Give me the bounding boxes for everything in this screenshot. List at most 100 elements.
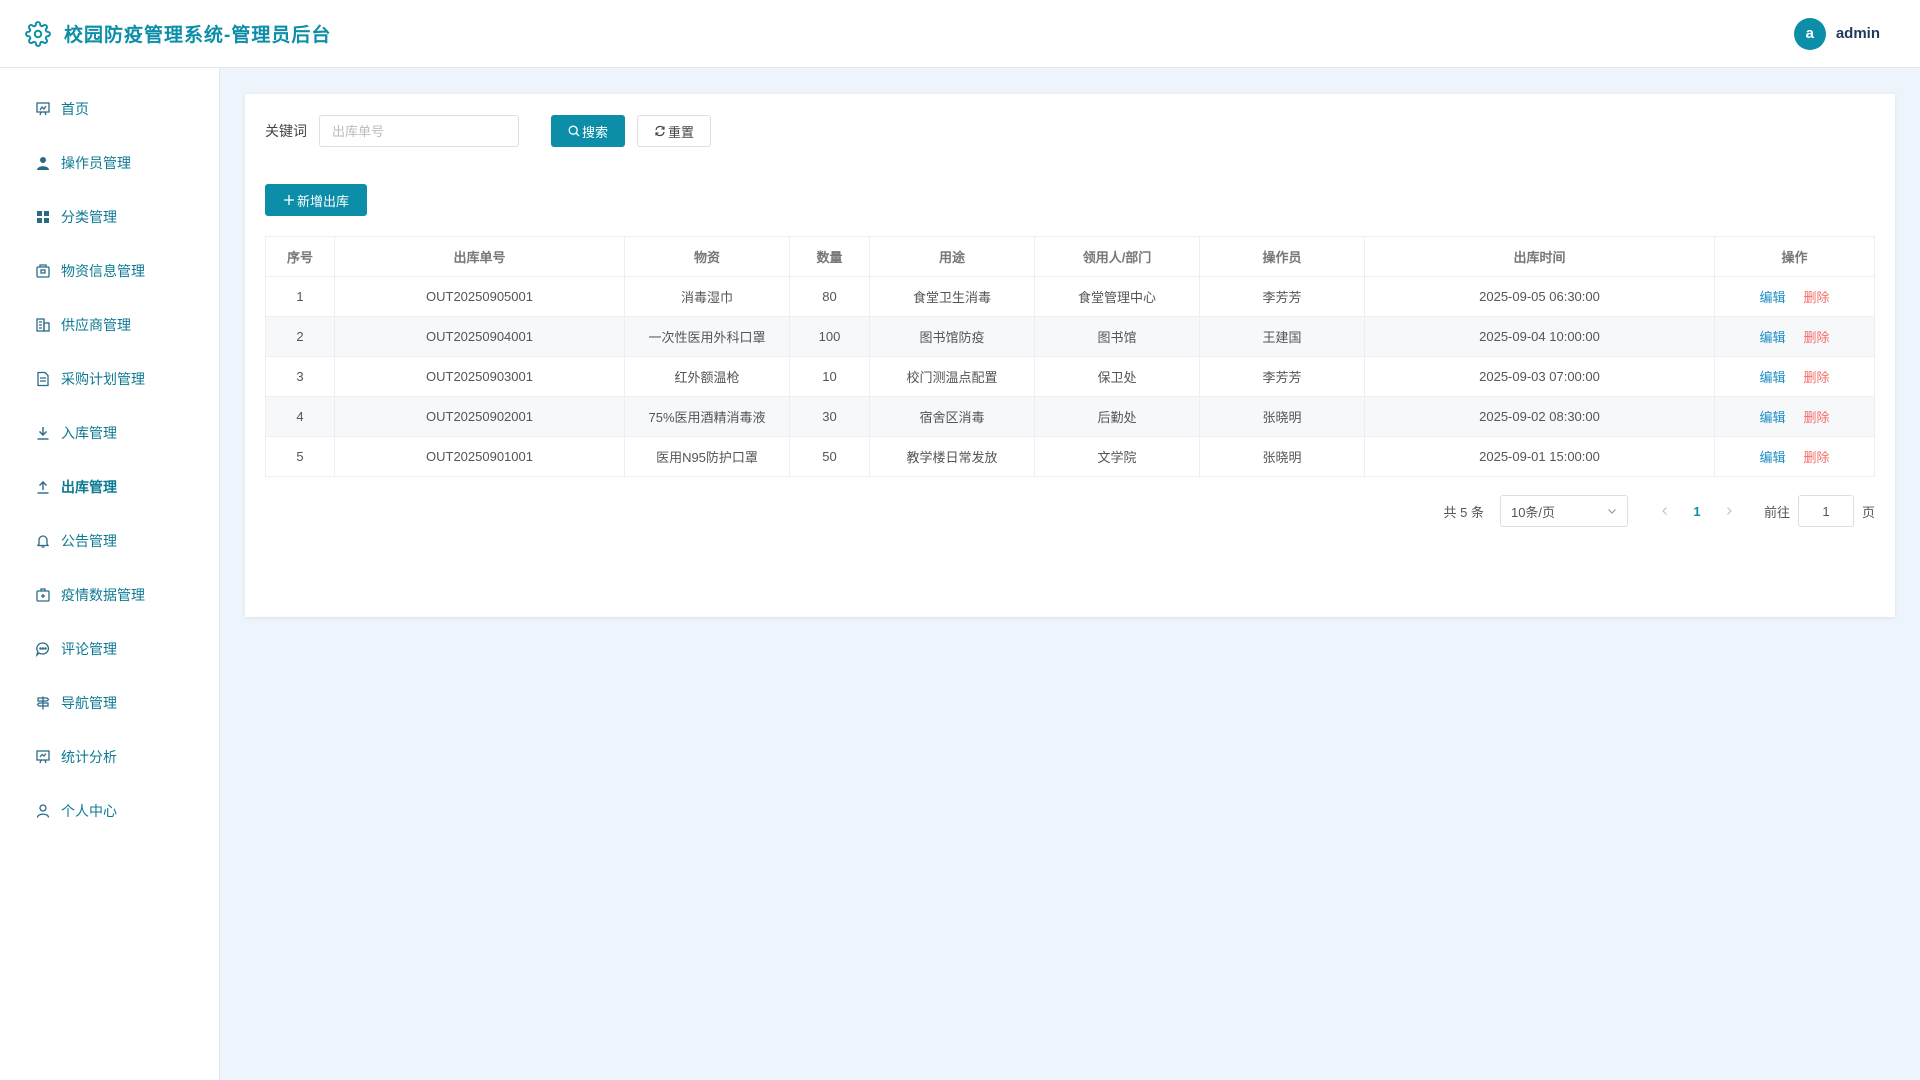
goto-page-input[interactable] xyxy=(1797,495,1854,527)
top-header: 校园防疫管理系统-管理员后台 a admin xyxy=(0,0,1920,68)
table-cell: 保卫处 xyxy=(1034,356,1200,397)
table-cell: 2025-09-04 10:00:00 xyxy=(1364,316,1715,357)
edit-link[interactable]: 编辑 xyxy=(1759,410,1785,425)
table-cell: 10 xyxy=(789,356,870,397)
table-cell: 图书馆 xyxy=(1034,316,1200,357)
sidebar-item-profile[interactable]: 个人中心 xyxy=(0,784,219,838)
add-outbound-button[interactable]: 新增出库 xyxy=(265,184,367,216)
username[interactable]: admin xyxy=(1836,25,1880,42)
sidebar-item-label: 采购计划管理 xyxy=(61,371,145,387)
row-actions: 编辑 删除 xyxy=(1714,436,1875,477)
page-size-value: 10条/页 xyxy=(1510,504,1556,520)
table-cell: 王建国 xyxy=(1199,316,1365,357)
refresh-icon xyxy=(654,125,666,137)
row-actions: 编辑 删除 xyxy=(1714,356,1875,397)
table-cell: 食堂卫生消毒 xyxy=(869,276,1035,317)
sidebar: 首页 操作员管理 分类管理 物资信息管理 供应商管理 采购计划管理 入库管理 出… xyxy=(0,68,220,1080)
upload-icon xyxy=(34,478,52,496)
sidebar-item-label: 供应商管理 xyxy=(61,317,131,333)
delete-link[interactable]: 删除 xyxy=(1804,410,1830,425)
table-header-row: 序号 出库单号 物资 数量 用途 领用人/部门 操作员 出库时间 操作 xyxy=(265,236,1875,277)
page-suffix: 页 xyxy=(1861,504,1875,520)
column-header: 操作员 xyxy=(1199,236,1365,277)
sidebar-item-categories[interactable]: 分类管理 xyxy=(0,190,219,244)
sidebar-item-suppliers[interactable]: 供应商管理 xyxy=(0,298,219,352)
table-cell: OUT20250903001 xyxy=(334,356,625,397)
table-cell: 75%医用酒精消毒液 xyxy=(624,396,790,437)
column-header: 数量 xyxy=(789,236,870,277)
table-cell: 2 xyxy=(265,316,335,357)
row-actions: 编辑 删除 xyxy=(1714,316,1875,357)
edit-link[interactable]: 编辑 xyxy=(1759,290,1785,305)
page-number-current[interactable]: 1 xyxy=(1680,504,1714,519)
sidebar-item-announcements[interactable]: 公告管理 xyxy=(0,514,219,568)
sidebar-item-comments[interactable]: 评论管理 xyxy=(0,622,219,676)
page-size-select[interactable]: 10条/页 xyxy=(1499,495,1628,527)
chart-icon xyxy=(34,748,52,766)
column-header: 出库时间 xyxy=(1364,236,1715,277)
search-button[interactable]: 搜索 xyxy=(551,115,625,147)
sidebar-item-purchase-plans[interactable]: 采购计划管理 xyxy=(0,352,219,406)
edit-link[interactable]: 编辑 xyxy=(1759,330,1785,345)
search-bar: 关键词 搜索 重置 xyxy=(265,115,711,147)
total-count: 共 5 条 xyxy=(1443,504,1484,520)
table-cell: 教学楼日常发放 xyxy=(869,436,1035,477)
sidebar-item-outbound[interactable]: 出库管理 xyxy=(0,460,219,514)
first-aid-icon xyxy=(34,586,52,604)
sidebar-item-operators[interactable]: 操作员管理 xyxy=(0,136,219,190)
prev-page-button[interactable] xyxy=(1650,506,1680,516)
search-input[interactable] xyxy=(319,115,519,147)
column-header: 序号 xyxy=(265,236,335,277)
table-cell: 宿舍区消毒 xyxy=(869,396,1035,437)
guide-icon xyxy=(34,694,52,712)
download-icon xyxy=(34,424,52,442)
table-row: 3 OUT20250903001 红外额温枪 10 校门测温点配置 保卫处 李芳… xyxy=(265,356,1875,397)
delete-link[interactable]: 删除 xyxy=(1804,330,1830,345)
reset-button[interactable]: 重置 xyxy=(637,115,711,147)
user-icon xyxy=(34,154,52,172)
sidebar-item-epidemic-data[interactable]: 疫情数据管理 xyxy=(0,568,219,622)
table-cell: 5 xyxy=(265,436,335,477)
column-header: 物资 xyxy=(624,236,790,277)
edit-link[interactable]: 编辑 xyxy=(1759,370,1785,385)
table-cell: 文学院 xyxy=(1034,436,1200,477)
delete-link[interactable]: 删除 xyxy=(1804,450,1830,465)
sidebar-item-statistics[interactable]: 统计分析 xyxy=(0,730,219,784)
dashboard-icon xyxy=(34,100,52,118)
table-cell: OUT20250905001 xyxy=(334,276,625,317)
chevron-down-icon xyxy=(1607,504,1617,519)
sidebar-item-label: 评论管理 xyxy=(61,641,117,657)
edit-link[interactable]: 编辑 xyxy=(1759,450,1785,465)
table-cell: 张晓明 xyxy=(1199,396,1365,437)
table-cell: 李芳芳 xyxy=(1199,356,1365,397)
sidebar-item-label: 个人中心 xyxy=(61,803,117,819)
plus-icon xyxy=(283,194,295,206)
sidebar-item-label: 首页 xyxy=(61,101,89,117)
table-row: 5 OUT20250901001 医用N95防护口罩 50 教学楼日常发放 文学… xyxy=(265,436,1875,477)
table-cell: 校门测温点配置 xyxy=(869,356,1035,397)
sidebar-item-navigation[interactable]: 导航管理 xyxy=(0,676,219,730)
column-header: 领用人/部门 xyxy=(1034,236,1200,277)
table-cell: 80 xyxy=(789,276,870,317)
sidebar-item-inbound[interactable]: 入库管理 xyxy=(0,406,219,460)
sidebar-item-materials[interactable]: 物资信息管理 xyxy=(0,244,219,298)
table-cell: 4 xyxy=(265,396,335,437)
sidebar-item-label: 导航管理 xyxy=(61,695,117,711)
delete-link[interactable]: 删除 xyxy=(1804,290,1830,305)
column-header: 出库单号 xyxy=(334,236,625,277)
table-cell: 红外额温枪 xyxy=(624,356,790,397)
user-menu[interactable]: a admin xyxy=(1793,17,1880,50)
sidebar-item-label: 疫情数据管理 xyxy=(61,587,145,603)
next-page-button[interactable] xyxy=(1714,506,1744,516)
table-cell: 2025-09-01 15:00:00 xyxy=(1364,436,1715,477)
avatar[interactable]: a xyxy=(1793,17,1826,50)
document-icon xyxy=(34,370,52,388)
grid-icon xyxy=(34,208,52,226)
sidebar-item-home[interactable]: 首页 xyxy=(0,82,219,136)
table-cell: OUT20250904001 xyxy=(334,316,625,357)
app-title: 校园防疫管理系统-管理员后台 xyxy=(64,25,332,46)
table-cell: 食堂管理中心 xyxy=(1034,276,1200,317)
sidebar-item-label: 公告管理 xyxy=(61,533,117,549)
delete-link[interactable]: 删除 xyxy=(1804,370,1830,385)
sidebar-item-label: 统计分析 xyxy=(61,749,117,765)
